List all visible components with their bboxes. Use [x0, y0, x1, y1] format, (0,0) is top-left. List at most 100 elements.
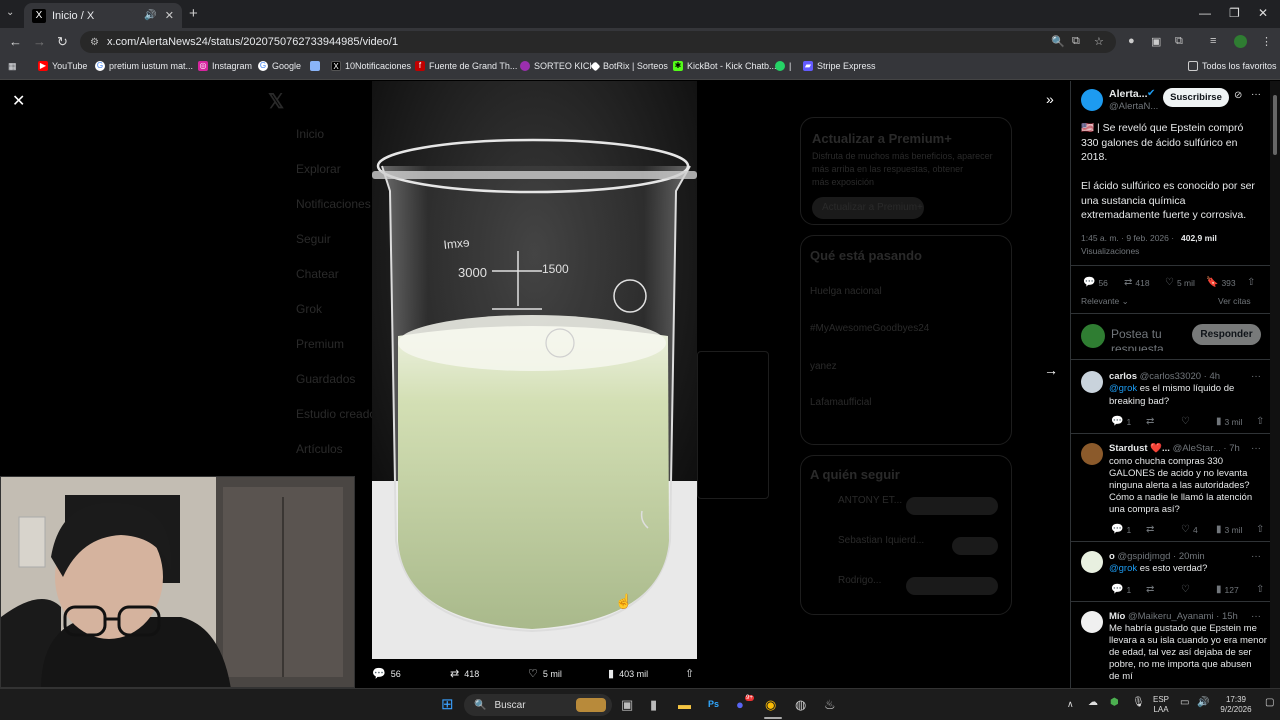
reply-input-placeholder-2[interactable]: respuesta	[1111, 342, 1164, 351]
reply-author-name[interactable]: o	[1109, 551, 1115, 562]
reply-more-icon[interactable]: ···	[1251, 611, 1261, 622]
app-icon[interactable]: ▮	[650, 697, 657, 713]
bookmark-10notificaciones[interactable]: X 10Notificaciones	[331, 61, 411, 71]
clock[interactable]: 17:39 9/2/2026	[1215, 695, 1257, 715]
tray-mic-icon[interactable]: 🎙	[1132, 698, 1145, 708]
reply-input-placeholder-1[interactable]: Postea tu	[1111, 327, 1162, 342]
reply-views[interactable]: ▮ 3 mil	[1216, 416, 1242, 427]
extension-card-icon[interactable]: ▣	[1151, 35, 1161, 48]
audio-playing-icon[interactable]: 🔊	[144, 10, 156, 21]
discord-icon[interactable]: ●	[736, 697, 744, 712]
close-media-viewer-icon[interactable]: ✕	[12, 91, 25, 111]
address-bar[interactable]: ⚙ x.com/AlertaNews24/status/202075076273…	[80, 31, 1116, 53]
video-reply-button[interactable]: 💬 56	[372, 667, 401, 680]
back-arrow-icon[interactable]: ←	[9, 34, 22, 49]
reply-reply-button[interactable]: 💬 1	[1111, 416, 1131, 427]
tray-app-icon[interactable]: ☁	[1088, 698, 1098, 708]
network-icon[interactable]: ▭	[1180, 698, 1189, 708]
task-view-icon[interactable]: ▣	[621, 697, 633, 713]
sort-relevance-dropdown[interactable]: Relevante ⌄	[1081, 294, 1129, 309]
profile-avatar[interactable]	[1234, 35, 1247, 48]
video-repost-button[interactable]: ⇄ 418	[450, 667, 479, 680]
reply-mention[interactable]: @grok	[1109, 563, 1137, 574]
reply-avatar[interactable]	[1081, 611, 1103, 633]
reply-views[interactable]: ▮ 3 mil	[1216, 524, 1242, 535]
close-tab-icon[interactable]: ✕	[165, 9, 174, 22]
forward-arrow-icon[interactable]: →	[33, 34, 46, 49]
tray-overflow-icon[interactable]: ∧	[1067, 699, 1074, 709]
bookmark-instagram[interactable]: ◎ Instagram	[198, 61, 252, 71]
bookmark-stripe[interactable]: ▰ Stripe Express	[803, 61, 876, 71]
bookmark-pretium[interactable]: Gpretium iustum mat...	[95, 61, 193, 71]
bookmark-google[interactable]: G Google	[258, 61, 301, 71]
reply-author-handle[interactable]: @carlos33020 · 4h	[1140, 371, 1220, 382]
tray-shield-icon[interactable]: ⬢	[1110, 698, 1119, 708]
reply-like-button[interactable]: ♡ 4	[1181, 524, 1198, 535]
video-player[interactable]: Imxɘ 3000 1500 ☝	[372, 81, 697, 659]
reply-share-button[interactable]: ⇧	[1256, 416, 1267, 427]
browser-menu-icon[interactable]: ⋮	[1261, 35, 1272, 48]
site-info-icon[interactable]: ⚙	[90, 37, 99, 48]
video-views[interactable]: ▮ 403 mil	[608, 667, 648, 680]
reload-icon[interactable]: ↻	[57, 34, 68, 50]
reply-more-icon[interactable]: ···	[1251, 443, 1261, 454]
photoshop-icon[interactable]: Ps	[708, 699, 719, 709]
close-window-icon[interactable]: ✕	[1258, 6, 1268, 20]
bookmark-star-icon[interactable]: ☆	[1094, 35, 1104, 48]
collapse-panel-icon[interactable]: »	[1046, 91, 1054, 107]
tweet-share-button[interactable]: ⇧	[1247, 277, 1258, 288]
reading-list-icon[interactable]: ≡	[1210, 35, 1216, 47]
bookmark-botrix[interactable]: BotRix | Sorteos	[590, 61, 668, 71]
reply-repost-button[interactable]: ⇄	[1146, 584, 1157, 595]
grok-icon[interactable]: ⊘	[1234, 90, 1242, 101]
reply-repost-button[interactable]: ⇄	[1146, 416, 1157, 427]
bookmark-gta-source[interactable]: f Fuente de Grand Th...	[415, 61, 517, 71]
reply-more-icon[interactable]: ···	[1251, 551, 1261, 562]
language-indicator[interactable]: ESP LAA	[1153, 695, 1169, 715]
tweet-bookmark-button[interactable]: 🔖 393	[1206, 277, 1236, 288]
reply-share-button[interactable]: ⇧	[1256, 584, 1267, 595]
tweet-like-button[interactable]: ♡ 5 mil	[1165, 277, 1195, 288]
bookmark-sorteo-kick[interactable]: SORTEO KICK	[520, 61, 595, 71]
scrollbar-thumb[interactable]	[1273, 95, 1277, 155]
tweet-reply-button[interactable]: 💬 56	[1083, 277, 1108, 288]
zoom-search-icon[interactable]: 🔍	[1051, 35, 1065, 48]
panel-scrollbar[interactable]	[1270, 81, 1280, 688]
reply-views[interactable]: ▮ 127	[1216, 584, 1239, 595]
more-options-icon[interactable]: ···	[1251, 89, 1261, 100]
reply-share-button[interactable]: ⇧	[1256, 524, 1267, 535]
obs-icon[interactable]: ◍	[795, 697, 806, 713]
apps-grid-icon[interactable]: ▦	[8, 61, 17, 72]
reply-submit-button[interactable]: Responder	[1192, 324, 1261, 345]
notifications-icon[interactable]: ▢	[1265, 698, 1274, 708]
reply-avatar[interactable]	[1081, 443, 1103, 465]
extension-drop-icon[interactable]: ●	[1128, 35, 1135, 47]
reply-author-name[interactable]: Mío	[1109, 611, 1125, 622]
minimize-window-icon[interactable]: —	[1199, 6, 1211, 20]
install-app-icon[interactable]: ⧉	[1072, 35, 1080, 48]
all-bookmarks-folder[interactable]: Todos los favoritos	[1188, 61, 1277, 71]
reply-author-handle[interactable]: @Maikeru_Ayanami · 15h	[1128, 611, 1238, 622]
windows-start-icon[interactable]: ⊞	[441, 695, 454, 713]
chrome-icon[interactable]: ◉	[765, 697, 776, 713]
steam-icon[interactable]: ♨	[824, 697, 836, 713]
author-avatar[interactable]	[1081, 89, 1103, 111]
reply-like-button[interactable]: ♡	[1181, 584, 1193, 595]
taskbar-search[interactable]: 🔍 Buscar	[464, 694, 612, 716]
reply-more-icon[interactable]: ···	[1251, 371, 1261, 382]
file-explorer-icon[interactable]: ▬	[678, 697, 691, 712]
bookmark-youtube[interactable]: ▶ YouTube	[38, 61, 87, 71]
restore-window-icon[interactable]: ❐	[1229, 6, 1240, 20]
tab-search-chevron-icon[interactable]: ⌄	[6, 7, 14, 18]
reply-repost-button[interactable]: ⇄	[1146, 524, 1157, 535]
reply-author-name[interactable]: carlos	[1109, 371, 1137, 382]
tab-x-home[interactable]: X Inicio / X 🔊 ✕	[24, 3, 182, 28]
reply-avatar[interactable]	[1081, 551, 1103, 573]
reply-mention[interactable]: @grok	[1109, 383, 1137, 394]
reply-author-handle[interactable]: @gspidjmgd · 20min	[1117, 551, 1204, 562]
bookmark-whatsapp[interactable]: |	[775, 61, 791, 71]
reply-avatar[interactable]	[1081, 371, 1103, 393]
reply-reply-button[interactable]: 💬 1	[1111, 524, 1131, 535]
reply-author-name[interactable]: Stardust ❤️...	[1109, 443, 1170, 454]
author-handle[interactable]: @AlertaN...	[1109, 100, 1158, 115]
